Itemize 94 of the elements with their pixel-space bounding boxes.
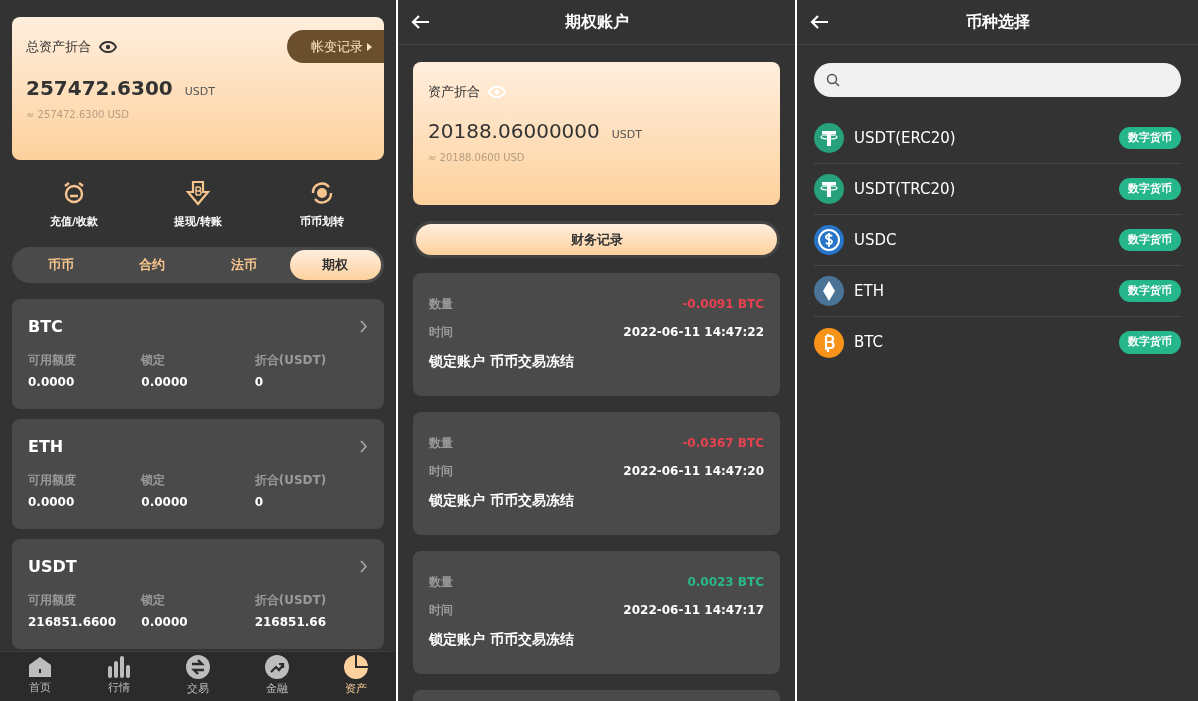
currency-row[interactable]: BTC 数字货币	[814, 317, 1181, 368]
usd-equivalent: ≈ 257472.6300 USD	[26, 107, 130, 122]
field-label: 折合(USDT)	[254, 471, 328, 489]
unit-label: USDT	[184, 83, 215, 100]
diamond-coin-icon	[814, 276, 844, 306]
record-description: 锁定账户 币币交易冻结	[429, 352, 575, 371]
field-value: 216851.6600	[28, 613, 118, 631]
action-button[interactable]: 提现/转账	[148, 180, 248, 231]
amount-label: 数量	[429, 435, 453, 452]
field-label: 锁定	[141, 591, 167, 609]
coin-name: BTC	[28, 315, 63, 338]
nav-item[interactable]: 资产	[326, 655, 387, 698]
tether-logo-icon	[814, 174, 844, 204]
search-field[interactable]	[814, 63, 1181, 97]
bitcoin-logo-icon	[814, 327, 844, 358]
field-label: 可用额度	[28, 471, 77, 489]
record-description: 锁定账户 币币交易冻结	[429, 630, 575, 649]
eye-icon[interactable]	[99, 40, 117, 53]
balance-value: 20188.06000000	[428, 117, 600, 145]
time-label: 时间	[429, 324, 453, 341]
amount-value: 0.0023 BTC	[687, 574, 764, 591]
nav-item[interactable]: 金融	[247, 655, 308, 698]
coin-name: USDT	[28, 555, 77, 578]
total-assets-value: 257472.6300	[26, 74, 173, 102]
field-value: 0	[254, 373, 264, 391]
action-button[interactable]: 充值/收款	[24, 180, 124, 231]
field-label: 折合(USDT)	[254, 591, 328, 609]
amount-value: -0.0367 BTC	[682, 435, 764, 452]
field-label: 可用额度	[28, 351, 77, 369]
category-tag: 数字货币	[1119, 126, 1181, 150]
tab[interactable]: 期权	[289, 249, 381, 280]
coin-card[interactable]: USDT 可用额度 锁定 折合(USDT) 216851.6600 0.0000 216851.66	[12, 538, 384, 649]
coin-card[interactable]: BTC 可用额度 锁定 折合(USDT) 0.0000 0.0000 0	[12, 298, 384, 409]
time-label: 时间	[429, 463, 453, 480]
field-value: 0.0000	[141, 493, 189, 511]
time-label: 时间	[429, 602, 453, 619]
currency-row[interactable]: USDT(ERC20) 数字货币	[814, 113, 1181, 164]
field-value: 0.0000	[141, 373, 189, 391]
history-button[interactable]: 帐变记录	[287, 30, 384, 63]
page-title: 币种选择	[965, 11, 1030, 33]
field-label: 锁定	[141, 471, 167, 489]
amount-label: 数量	[429, 296, 453, 313]
field-value: 0.0000	[28, 373, 76, 391]
time-value: 2022-06-11 14:47:22	[623, 324, 764, 341]
time-value: 2022-06-11 14:47:20	[623, 463, 764, 480]
coin-down-arrow-icon	[185, 180, 211, 206]
exchange-icon	[185, 655, 210, 680]
usd-equivalent: ≈ 20188.0600 USD	[428, 150, 526, 165]
balance-label: 资产折合	[428, 83, 480, 101]
field-value: 0.0000	[28, 493, 76, 511]
coin-card[interactable]: ETH 可用额度 锁定 折合(USDT) 0.0000 0.0000 0	[12, 418, 384, 529]
total-assets-label: 总资产折合	[26, 38, 91, 56]
search-icon	[826, 73, 840, 87]
page-title: 期权账户	[564, 11, 629, 33]
field-value: 0.0000	[141, 613, 189, 631]
tab[interactable]: 合约	[106, 249, 198, 280]
tab[interactable]: 币币	[15, 249, 107, 280]
tab[interactable]: 法币	[198, 249, 290, 280]
currency-row[interactable]: USDC 数字货币	[814, 215, 1181, 266]
amount-value: -0.0091 BTC	[682, 296, 764, 313]
field-label: 折合(USDT)	[254, 351, 328, 369]
back-arrow-icon[interactable]	[410, 14, 430, 30]
records-button[interactable]: 财务记录	[413, 221, 780, 258]
field-value: 216851.66	[254, 613, 327, 631]
currency-row[interactable]: ETH 数字货币	[814, 266, 1181, 317]
back-arrow-icon[interactable]	[809, 14, 829, 30]
house-icon	[27, 656, 52, 679]
category-tag: 数字货币	[1119, 228, 1181, 252]
category-tag: 数字货币	[1119, 331, 1181, 354]
category-tag: 数字货币	[1119, 177, 1181, 201]
chevron-right-icon	[360, 440, 368, 453]
nav-item[interactable]: 首页	[9, 656, 70, 697]
dollar-coin-icon	[814, 225, 844, 255]
action-button[interactable]: 币币划转	[272, 180, 372, 231]
field-label: 可用额度	[28, 591, 77, 609]
chevron-right-icon	[360, 320, 368, 333]
coin-name: ETH	[28, 435, 64, 458]
triangle-right-icon	[367, 42, 372, 51]
pie-chart-icon	[344, 655, 369, 680]
chevron-right-icon	[360, 560, 368, 573]
unit-label: USDT	[611, 126, 642, 143]
currency-row[interactable]: USDT(TRC20) 数字货币	[814, 164, 1181, 215]
time-value: 2022-06-11 14:47:17	[623, 602, 764, 619]
trend-up-icon	[265, 655, 290, 680]
amount-label: 数量	[429, 574, 453, 591]
field-value: 0	[254, 493, 264, 511]
record-description: 锁定账户 币币交易冻结	[429, 491, 575, 510]
nav-item[interactable]: 交易	[167, 655, 228, 698]
tether-logo-icon	[814, 123, 844, 153]
bar-chart-icon	[106, 656, 131, 679]
coin-cycle-icon	[309, 180, 335, 206]
category-tag: 数字货币	[1119, 279, 1181, 303]
nav-item[interactable]: 行情	[88, 656, 149, 697]
field-label: 锁定	[141, 351, 167, 369]
